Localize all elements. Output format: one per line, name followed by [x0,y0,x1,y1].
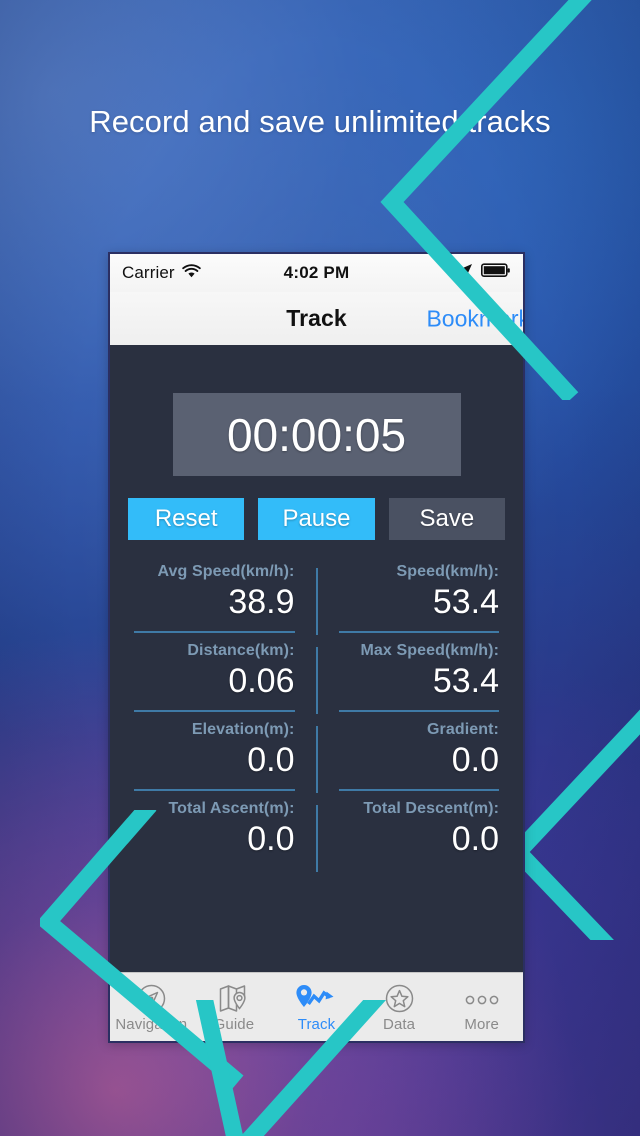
stat-underline [338,631,499,633]
ellipsis-icon [464,982,500,1014]
page-headline: Record and save unlimited tracks [89,104,551,139]
stat-label: Distance(km): [187,642,295,659]
stat-distance: Distance(km): 0.06 [128,641,317,720]
map-icon [218,982,249,1014]
timer-value: 00:00:05 [226,408,407,461]
bookmark-button[interactable]: Bookmark [426,305,523,332]
track-screen-content: 00:00:05 Reset Pause Save Avg Speed(km/h… [110,345,523,973]
compass-icon [136,982,167,1014]
stat-label: Gradient: [426,721,499,738]
stat-underline [134,631,295,633]
stat-label: Speed(km/h): [396,563,499,580]
stat-label: Max Speed(km/h): [360,642,499,659]
stat-avg-speed: Avg Speed(km/h): 38.9 [128,562,317,641]
pause-button[interactable]: Pause [258,498,375,540]
stat-gradient: Gradient: 0.0 [317,720,506,799]
stat-underline [134,710,295,712]
tab-label: Data [383,1015,416,1033]
tab-more[interactable]: More [440,973,523,1041]
stat-label: Avg Speed(km/h): [157,563,295,580]
tab-label: More [464,1015,499,1033]
stat-value: 0.0 [451,820,499,858]
stat-elevation: Elevation(m): 0.0 [128,720,317,799]
tab-track[interactable]: Track [275,973,358,1041]
screenshot-stage: Record and save unlimited tracks Carrier… [0,0,640,1136]
timer-display: 00:00:05 [172,393,461,476]
status-bar-right [458,263,511,283]
stat-label: Total Descent(m): [363,800,499,817]
tab-label: Navigation [115,1015,188,1033]
navigation-bar: Track Bookmark [110,292,523,346]
stat-label: Total Ascent(m): [168,800,295,817]
battery-full-icon [481,263,511,283]
timer-container: 00:00:05 [110,393,523,476]
stat-value: 0.0 [451,741,499,779]
tab-navigation[interactable]: Navigation [110,973,193,1041]
status-bar: Carrier 4:02 PM [110,254,523,292]
stat-value: 0.06 [228,662,295,700]
stat-value: 0.0 [247,820,295,858]
stat-total-ascent: Total Ascent(m): 0.0 [128,799,317,878]
stat-value: 38.9 [228,583,295,621]
stats-row: Avg Speed(km/h): 38.9 Speed(km/h): 53.4 [128,562,505,641]
tab-label: Guide [213,1015,255,1033]
stat-underline [134,789,295,791]
save-button[interactable]: Save [388,498,505,540]
stat-max-speed: Max Speed(km/h): 53.4 [317,641,506,720]
stats-grid: Avg Speed(km/h): 38.9 Speed(km/h): 53.4 … [110,562,523,878]
reset-button[interactable]: Reset [128,498,245,540]
stat-value: 0.0 [247,741,295,779]
stat-value: 53.4 [432,662,499,700]
tab-data[interactable]: Data [358,973,441,1041]
stat-underline [338,710,499,712]
phone-mockup: Carrier 4:02 PM Track Bookmark 00:00:05 … [108,252,525,1043]
control-button-row: Reset Pause Save [110,498,523,540]
stats-row: Distance(km): 0.06 Max Speed(km/h): 53.4 [128,641,505,720]
tab-label: Track [297,1015,336,1033]
stat-total-descent: Total Descent(m): 0.0 [317,799,506,878]
star-circle-icon [384,982,415,1014]
stat-underline [338,789,499,791]
stats-row: Total Ascent(m): 0.0 Total Descent(m): 0… [128,799,505,878]
stat-value: 53.4 [432,583,499,621]
stat-speed: Speed(km/h): 53.4 [317,562,506,641]
route-pin-icon [294,982,338,1014]
stat-label: Elevation(m): [191,721,295,738]
tab-bar: Navigation Guide Track Data More [110,972,523,1041]
location-arrow-icon [458,263,473,283]
stats-row: Elevation(m): 0.0 Gradient: 0.0 [128,720,505,799]
tab-guide[interactable]: Guide [193,973,276,1041]
